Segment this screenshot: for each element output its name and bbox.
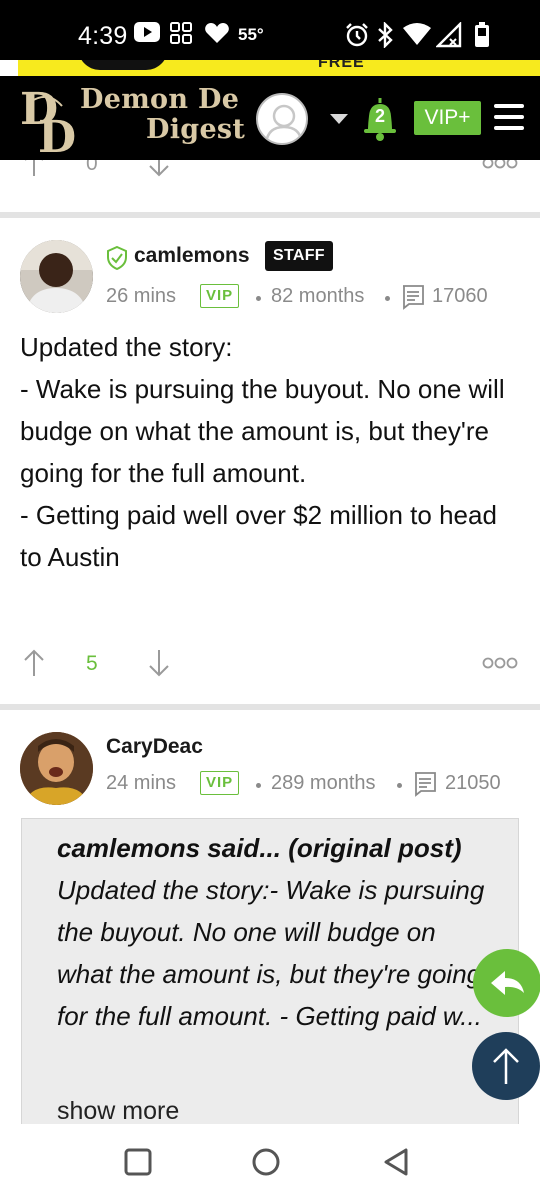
site-name-line2[interactable]: Digest — [146, 114, 245, 145]
status-bar: 4:39 55° — [0, 0, 540, 60]
ad-banner[interactable]: FREE — [0, 60, 540, 76]
menu-hamburger-icon[interactable] — [494, 104, 524, 130]
status-time: 4:39 — [78, 22, 128, 50]
site-header: D D Demon De Digest 2 VIP+ — [0, 76, 540, 160]
alarm-icon — [346, 23, 368, 47]
meta-separator — [256, 783, 261, 788]
author-post-count: 21050 — [445, 772, 501, 794]
ad-banner-background: FREE — [18, 60, 540, 76]
app-screen: 4:39 55° FREE D D Demon De Digest 2 VIP+… — [0, 0, 540, 1200]
post-count-icon — [415, 772, 436, 797]
user-menu-chevron-down-icon[interactable] — [330, 114, 348, 124]
grid-app-icon — [170, 22, 192, 44]
back-icon[interactable] — [378, 1144, 414, 1180]
reply-button[interactable] — [473, 949, 540, 1017]
recent-apps-icon[interactable] — [120, 1144, 156, 1180]
show-more-link[interactable]: show more — [57, 1097, 179, 1124]
temperature: 55° — [238, 25, 264, 44]
quoted-post[interactable]: camlemons said... (original post) Update… — [21, 818, 519, 1124]
signal-icon — [436, 22, 462, 48]
post-time-ago: 24 mins — [106, 772, 177, 794]
post-author-avatar[interactable] — [20, 732, 93, 805]
post-author-name[interactable]: CaryDeac — [106, 735, 203, 759]
arrow-up-icon — [493, 1048, 519, 1084]
system-navigation-bar — [0, 1124, 540, 1200]
vip-plus-button[interactable]: VIP+ — [414, 101, 481, 135]
wifi-icon — [403, 23, 431, 45]
ad-graphic — [78, 60, 168, 70]
reply-arrow-icon — [491, 971, 524, 995]
bluetooth-icon — [378, 22, 393, 48]
meta-separator — [397, 783, 402, 788]
quote-attribution[interactable]: camlemons said... (original post) — [57, 833, 462, 863]
quote-text: Updated the story:- Wake is pursuing the… — [57, 875, 485, 1031]
notification-count: 2 — [374, 106, 385, 126]
comment-feed[interactable]: 0 camlemons STAFF 26 mins VIP 82 months … — [0, 160, 540, 1124]
comment-post: CaryDeac 24 mins VIP 289 months 21050 ca… — [0, 160, 540, 1124]
vip-tag: VIP — [200, 771, 240, 795]
author-photo — [20, 732, 93, 805]
user-avatar[interactable] — [256, 93, 308, 145]
home-icon[interactable] — [248, 1144, 284, 1180]
site-name-line1[interactable]: Demon De — [80, 84, 239, 115]
scroll-to-top-button[interactable] — [472, 1032, 540, 1100]
author-tenure: 289 months — [271, 772, 376, 794]
youtube-icon — [134, 22, 160, 42]
heart-icon — [205, 23, 229, 43]
ad-text: FREE — [318, 60, 365, 71]
site-logo-icon[interactable]: D D — [18, 82, 88, 154]
quote-content: camlemons said... (original post) Update… — [57, 827, 497, 1037]
user-silhouette-icon — [264, 104, 304, 143]
battery-icon — [475, 22, 489, 47]
svg-text:D: D — [38, 112, 76, 154]
